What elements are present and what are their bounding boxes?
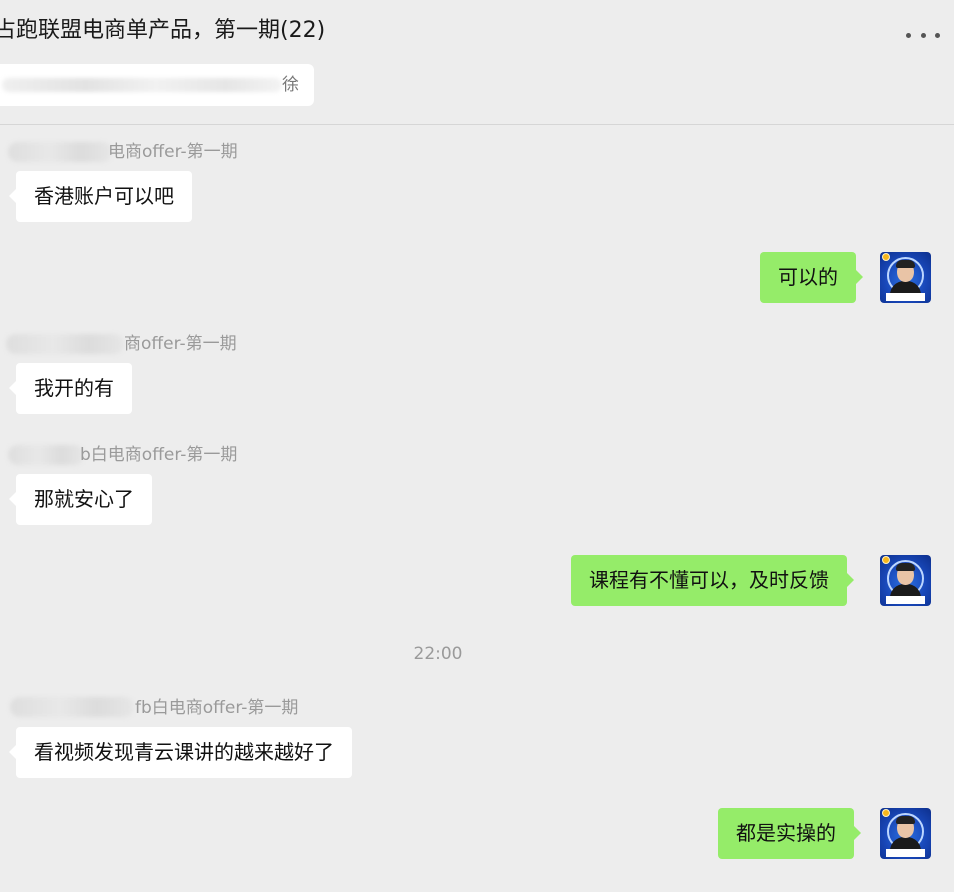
message-bubble-outgoing[interactable]: 可以的 xyxy=(760,252,863,303)
avatar[interactable] xyxy=(880,252,931,303)
pinned-message[interactable]: 徐 xyxy=(0,64,314,106)
medal-icon xyxy=(882,556,890,564)
redacted-sender-name xyxy=(8,445,84,465)
sender-name: fb白电商offer-第一期 xyxy=(135,698,299,718)
redacted-sender-name xyxy=(6,334,124,354)
medal-icon xyxy=(882,809,890,817)
sender-name: 电商offer-第一期 xyxy=(108,142,238,162)
chat-title[interactable]: 占跑联盟电商单产品，第一期(22) xyxy=(0,14,325,48)
medal-icon xyxy=(882,253,890,261)
message-bubble-incoming[interactable]: 那就安心了 xyxy=(9,474,152,525)
pinned-message-text: 徐 xyxy=(282,75,299,95)
redacted-sender-name xyxy=(8,142,112,162)
avatar[interactable] xyxy=(880,555,931,606)
sender-name: 商offer-第一期 xyxy=(124,334,237,354)
avatar[interactable] xyxy=(880,808,931,859)
redacted-sender-name xyxy=(10,697,134,717)
redacted-text xyxy=(2,78,282,92)
message-bubble-outgoing[interactable]: 课程有不懂可以，及时反馈 xyxy=(571,555,854,606)
message-bubble-outgoing[interactable]: 都是实操的 xyxy=(718,808,861,859)
timestamp: 22:00 xyxy=(413,644,463,664)
sender-name: b白电商offer-第一期 xyxy=(80,445,238,465)
message-bubble-incoming[interactable]: 我开的有 xyxy=(9,363,132,414)
chat-header: 占跑联盟电商单产品，第一期(22) 徐 xyxy=(0,0,954,125)
more-horizontal-icon[interactable] xyxy=(906,24,940,46)
message-bubble-incoming[interactable]: 香港账户可以吧 xyxy=(9,171,192,222)
message-bubble-incoming[interactable]: 看视频发现青云课讲的越来越好了 xyxy=(9,727,352,778)
